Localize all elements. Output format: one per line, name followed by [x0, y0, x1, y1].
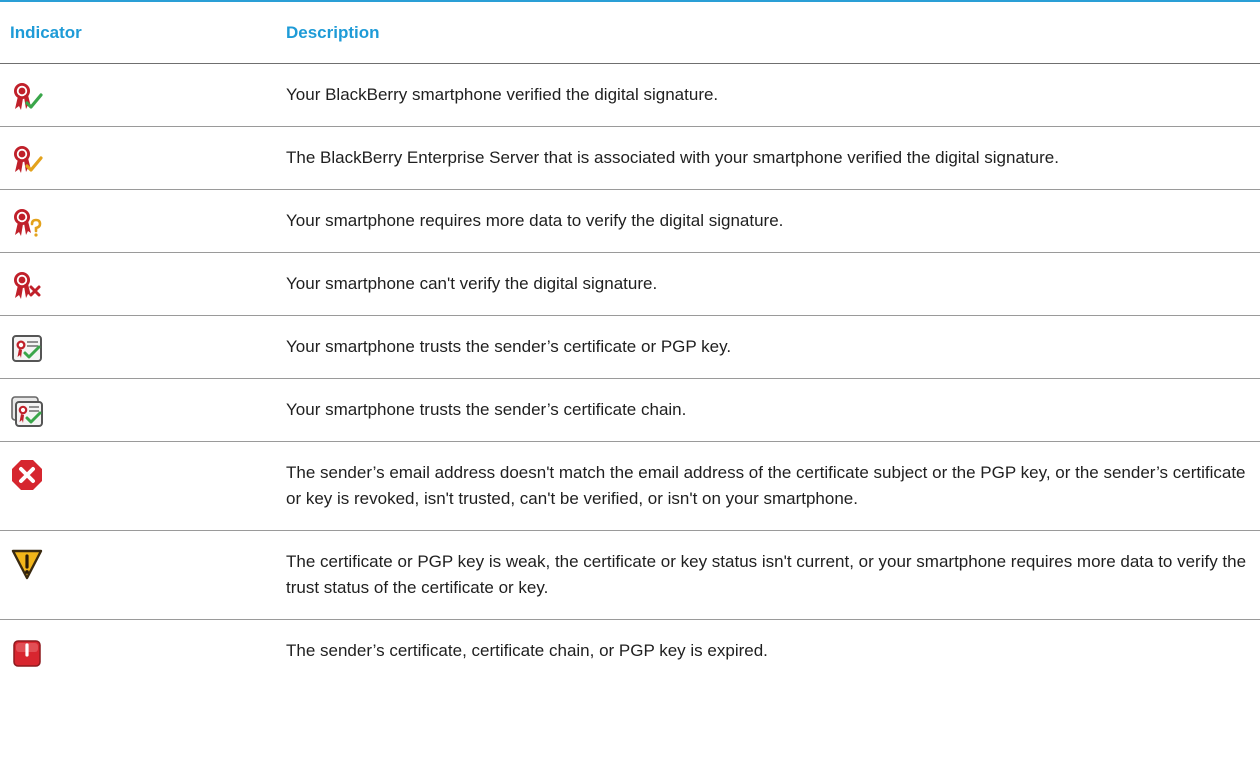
indicator-table: Indicator Description Your BlackBerry sm…: [0, 0, 1260, 682]
red-x-octagon-icon: [12, 460, 42, 490]
row-description: Your BlackBerry smartphone verified the …: [286, 85, 719, 104]
indicator-cell: [0, 316, 286, 366]
yellow-warning-icon: [11, 549, 43, 580]
table-row: Your smartphone trusts the sender’s cert…: [0, 379, 1260, 442]
table-row: The certificate or PGP key is weak, the …: [0, 531, 1260, 620]
table-row: The BlackBerry Enterprise Server that is…: [0, 127, 1260, 190]
seal-check-green-icon: [14, 83, 43, 110]
seal-question-icon: [14, 209, 42, 237]
indicator-cell: [0, 127, 286, 177]
row-description: Your smartphone requires more data to ve…: [286, 211, 784, 230]
expired-red-icon: [13, 640, 41, 667]
row-description: The certificate or PGP key is weak, the …: [286, 552, 1247, 597]
row-description: The sender’s email address doesn't match…: [286, 463, 1246, 508]
header-description: Description: [286, 22, 380, 42]
table-row: Your smartphone trusts the sender’s cert…: [0, 316, 1260, 379]
table-row: The sender’s email address doesn't match…: [0, 442, 1260, 531]
table-row: Your smartphone can't verify the digital…: [0, 253, 1260, 316]
row-description: Your smartphone trusts the sender’s cert…: [286, 400, 687, 419]
seal-x-icon: [14, 272, 41, 299]
indicator-cell: [0, 379, 286, 429]
indicator-cell: [0, 64, 286, 114]
row-description: Your smartphone trusts the sender’s cert…: [286, 337, 732, 356]
indicator-cell: [0, 253, 286, 303]
indicator-cell: [0, 620, 286, 670]
indicator-cell: [0, 442, 286, 492]
table-row: The sender’s certificate, certificate ch…: [0, 620, 1260, 682]
certificate-chain-trusted-icon: [11, 396, 43, 427]
row-description: Your smartphone can't verify the digital…: [286, 274, 658, 293]
certificate-trusted-icon: [12, 335, 42, 362]
seal-check-orange-icon: [14, 146, 43, 173]
indicator-cell: [0, 190, 286, 240]
table-row: Your smartphone requires more data to ve…: [0, 190, 1260, 253]
indicator-cell: [0, 531, 286, 581]
row-description: The sender’s certificate, certificate ch…: [286, 641, 768, 660]
table-header-row: Indicator Description: [0, 2, 1260, 64]
table-row: Your BlackBerry smartphone verified the …: [0, 64, 1260, 127]
header-indicator: Indicator: [10, 22, 82, 42]
row-description: The BlackBerry Enterprise Server that is…: [286, 148, 1059, 167]
